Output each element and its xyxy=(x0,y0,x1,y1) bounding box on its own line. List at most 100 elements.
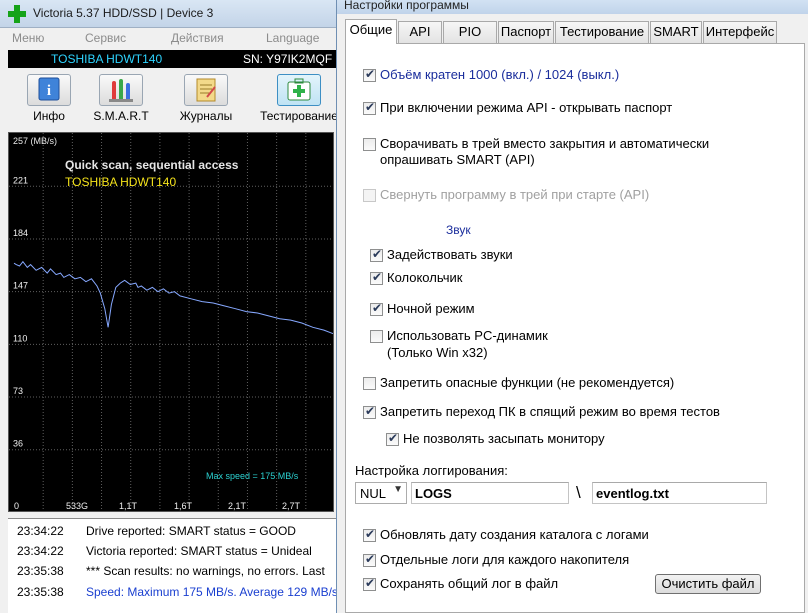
forbid-sleep-checkbox[interactable] xyxy=(363,404,376,419)
svg-text:i: i xyxy=(47,83,51,99)
tab-smart[interactable]: SMART xyxy=(650,21,702,43)
toolbar-info-label: Инфо xyxy=(33,109,65,123)
use-sounds-label: Задействовать звуки xyxy=(387,247,513,262)
log-device-value: NUL xyxy=(360,486,387,501)
y-tick-label: 147 xyxy=(13,281,28,291)
save-common-log-label: Сохранять общий лог в файл xyxy=(380,576,559,591)
minimize-to-tray-checkbox[interactable] xyxy=(363,138,376,151)
device-serial: SN: Y97IK2MQF xyxy=(243,52,333,66)
night-mode-checkbox[interactable] xyxy=(370,301,383,316)
device-model: TOSHIBA HDWT140 xyxy=(51,52,163,66)
pc-speaker-checkbox[interactable] xyxy=(370,330,383,343)
volume-1000-label: Объём кратен 1000 (вкл.) / 1024 (выкл.) xyxy=(380,67,620,82)
log-message: *** Scan results: no warnings, no errors… xyxy=(86,564,325,578)
log-message: Victoria reported: SMART status = Unidea… xyxy=(86,544,312,558)
save-common-log-checkbox[interactable] xyxy=(363,576,376,591)
tab-api[interactable]: API xyxy=(398,21,442,43)
log-row: 23:34:22 Drive reported: SMART status = … xyxy=(8,521,340,541)
use-sounds-checkbox[interactable] xyxy=(370,247,383,262)
separate-logs-label: Отдельные логи для каждого накопителя xyxy=(380,552,630,567)
x-tick-label: 1,1T xyxy=(119,501,138,511)
toolbar-info-button[interactable]: i Инфо xyxy=(8,72,90,128)
menu-item-language[interactable]: Language xyxy=(266,31,319,45)
separate-logs-checkbox[interactable] xyxy=(363,552,376,567)
log-time: 23:35:38 xyxy=(17,564,64,578)
forbid-dangerous-checkbox[interactable] xyxy=(363,377,376,390)
log-time: 23:34:22 xyxy=(17,544,64,558)
api-open-passport-label: При включении режима API - открывать пас… xyxy=(380,100,673,115)
toolbar-testing-button[interactable]: Тестирование xyxy=(258,72,340,128)
log-message: Drive reported: SMART status = GOOD xyxy=(86,524,296,538)
chevron-down-icon: ▼ xyxy=(393,484,403,495)
main-titlebar[interactable]: Victoria 5.37 HDD/SSD | Device 3 xyxy=(0,0,340,28)
toolbar-smart-button[interactable]: S.M.A.R.T xyxy=(80,72,162,128)
logging-section-header: Настройка логгирования: xyxy=(355,463,508,478)
tab-testing[interactable]: Тестирование xyxy=(555,21,649,43)
tray-on-start-checkbox xyxy=(363,189,376,202)
menu-bar: Меню Сервис Действия Language xyxy=(0,28,340,48)
speed-series-line xyxy=(13,260,333,335)
log-message: Speed: Maximum 175 MB/s. Average 129 MB/… xyxy=(86,585,338,599)
update-log-date-label: Обновлять дату создания каталога с логам… xyxy=(380,527,649,542)
victoria-main-window: Victoria 5.37 HDD/SSD | Device 3 Меню Се… xyxy=(0,0,340,613)
bell-label: Колокольчик xyxy=(387,270,463,285)
update-log-date-checkbox[interactable] xyxy=(363,527,376,542)
night-mode-label: Ночной режим xyxy=(387,301,475,316)
y-axis-label: 257 (MB/s) xyxy=(13,136,57,146)
pc-speaker-label-line2: (Только Win x32) xyxy=(387,345,488,360)
tab-general[interactable]: Общие xyxy=(345,19,397,44)
bell-checkbox[interactable] xyxy=(370,270,383,285)
speed-chart: 257 (MB/s) 221 184 147 110 73 36 0 533G 1,1T 1,6T 2… xyxy=(8,132,334,512)
main-window-title: Victoria 5.37 HDD/SSD | Device 3 xyxy=(33,6,214,20)
info-icon: i xyxy=(27,74,71,106)
main-toolbar: i Инфо S.M.A.R.T Журналы Тестирование xyxy=(8,72,340,128)
event-log[interactable]: 23:34:22 Drive reported: SMART status = … xyxy=(8,518,340,613)
forbid-dangerous-label: Запретить опасные функции (не рекомендуе… xyxy=(380,375,675,390)
dialog-titlebar[interactable]: Настройки программы xyxy=(337,0,808,14)
tab-pio[interactable]: PIO xyxy=(443,21,497,43)
device-bar[interactable]: TOSHIBA HDWT140 SN: Y97IK2MQF xyxy=(8,50,340,68)
menu-item-actions[interactable]: Действия xyxy=(171,31,224,45)
general-tab-panel: Объём кратен 1000 (вкл.) / 1024 (выкл.) … xyxy=(345,43,805,613)
y-tick-label: 110 xyxy=(13,333,27,343)
tab-passport[interactable]: Паспорт xyxy=(498,21,554,43)
log-row: 23:34:22 Victoria reported: SMART status… xyxy=(8,541,340,561)
menu-item-service[interactable]: Сервис xyxy=(85,31,126,45)
settings-dialog: Настройки программы Общие API PIO Паспор… xyxy=(336,0,808,613)
toolbar-journals-button[interactable]: Журналы xyxy=(165,72,247,128)
tab-interface[interactable]: Интерфейс xyxy=(703,21,777,43)
x-tick-label: 2,1T xyxy=(228,501,247,511)
x-tick-label: 2,7T xyxy=(282,501,301,511)
volume-1000-checkbox[interactable] xyxy=(363,67,376,82)
tray-on-start-label: Свернуть программу в трей при старте (AP… xyxy=(380,187,650,202)
forbid-sleep-label: Запретить переход ПК в спящий режим во в… xyxy=(380,404,720,419)
chart-subtitle: TOSHIBA HDWT140 xyxy=(65,175,176,189)
log-folder-field[interactable]: LOGS xyxy=(411,482,569,504)
pc-speaker-label-line1: Использовать PC-динамик xyxy=(387,328,548,343)
no-monitor-sleep-checkbox[interactable] xyxy=(386,431,399,446)
smart-icon xyxy=(99,74,143,106)
menu-item-menu[interactable]: Меню xyxy=(12,31,44,45)
chart-title: Quick scan, sequential access xyxy=(65,158,239,172)
y-tick-label: 184 xyxy=(13,228,28,238)
log-time: 23:35:38 xyxy=(17,585,64,599)
dialog-title: Настройки программы xyxy=(344,0,469,12)
log-row: 23:35:38 Speed: Maximum 175 MB/s. Averag… xyxy=(8,582,340,602)
sound-section-header: Звук xyxy=(446,223,471,237)
y-tick-label: 221 xyxy=(13,175,28,185)
journal-icon xyxy=(184,74,228,106)
log-row: 23:35:38 *** Scan results: no warnings, … xyxy=(8,561,340,581)
medkit-icon xyxy=(277,74,321,106)
toolbar-testing-label: Тестирование xyxy=(260,109,338,123)
log-device-select[interactable]: NUL ▼ xyxy=(355,482,407,504)
clear-file-button[interactable]: Очистить файл xyxy=(655,574,761,594)
log-time: 23:34:22 xyxy=(17,524,64,538)
x-tick-label: 1,6T xyxy=(174,501,193,511)
no-monitor-sleep-label: Не позволять засыпать монитору xyxy=(403,431,605,446)
log-file-field[interactable]: eventlog.txt xyxy=(592,482,767,504)
toolbar-journals-label: Журналы xyxy=(179,109,233,123)
path-separator: \ xyxy=(576,483,581,502)
y-tick-label: 36 xyxy=(13,439,23,449)
api-open-passport-checkbox[interactable] xyxy=(363,100,376,115)
victoria-cross-icon xyxy=(8,5,26,23)
